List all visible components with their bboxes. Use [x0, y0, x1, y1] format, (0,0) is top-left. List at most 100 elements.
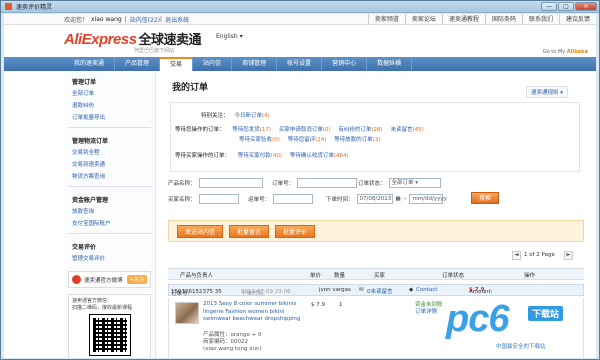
- nav-tab-my-aliexpress[interactable]: 我的速卖通: [64, 57, 116, 71]
- top-link-tutorial[interactable]: 速卖通教程: [441, 14, 485, 25]
- nav-tab-data[interactable]: 数据纵横: [367, 57, 413, 71]
- col-product: 产品与负责人: [180, 273, 214, 279]
- watermark-logo: pc6: [446, 298, 509, 340]
- maximize-button[interactable]: □: [558, 2, 574, 11]
- logout-link[interactable]: 退出系统: [165, 15, 189, 24]
- minimize-button[interactable]: —: [541, 2, 557, 11]
- mail-icon[interactable]: ✉: [359, 287, 364, 293]
- order-no-label: 订单号：: [272, 181, 295, 187]
- buyer-name-input[interactable]: [198, 194, 239, 204]
- top-link-feedback[interactable]: 建议反馈: [558, 14, 596, 25]
- buyer-row: 等待买家操作的订单： 等待买家付款(40) 等待确认收货订单(464): [175, 153, 349, 159]
- nav-tab-store[interactable]: 商铺管理: [232, 57, 278, 71]
- buyer-name[interactable]: jvon vargas: [319, 287, 351, 293]
- sidebar-item-payouts[interactable]: 放款查询: [64, 206, 155, 218]
- send-message-button[interactable]: 发送站内信: [177, 225, 223, 238]
- app-icon: [5, 3, 12, 10]
- aliexpress-logo[interactable]: AliExpress 全球速卖通: [64, 29, 202, 48]
- sidebar-item-logistics-1[interactable]: 交易到全程: [64, 147, 155, 159]
- seller-row: 等待您操作的订单： 等待您发货(17) 买家申请取消订单(0) 有纠纷的订单(2…: [175, 127, 424, 133]
- sidebar-item-all-orders[interactable]: 全部订单: [64, 88, 155, 100]
- summary-link[interactable]: 等待确认收货订单(464): [290, 153, 349, 159]
- logo-subtitle: 阿里巴巴旗下网站: [134, 48, 175, 54]
- order-header: 订单号: 150326152375 35 下单时间: 2013-07-09 23:0…: [168, 284, 584, 297]
- sidebar: 管理订单 全部订单 退款纠纷 订单批量导出 管理物流订单 交易到全程 交易到速卖…: [64, 72, 156, 358]
- chat-icon[interactable]: ◆: [409, 287, 413, 293]
- col-qty: 数量: [334, 273, 346, 279]
- top-bar: 欢迎您！ xiao wang | 站内信(22) | 退出系统 卖家频道 卖家论…: [4, 14, 596, 25]
- prev-page-button[interactable]: ◄: [512, 251, 521, 260]
- summary-link[interactable]: 等待您留评(24): [288, 137, 327, 143]
- unread-messages[interactable]: 0未读留言: [367, 287, 393, 295]
- goto-alibaba-link[interactable]: Go to My Alibaba: [543, 49, 588, 55]
- col-price: 单价: [310, 273, 322, 279]
- wechat-subtitle: 扫描二维码，接收最新课程: [72, 305, 133, 311]
- product-title[interactable]: 2013 Sexy 8 color summer bikinis lingeri…: [203, 301, 308, 324]
- app-window: 速卖评价精灵 — □ ✕ 欢迎您！ xiao wang | 站内信(22) | …: [0, 0, 600, 360]
- order-no-input[interactable]: [297, 178, 358, 188]
- summary-link[interactable]: 等待买家付款(40): [238, 153, 282, 159]
- divider: [68, 186, 151, 187]
- summary-link[interactable]: 有纠纷的订单(28): [338, 127, 382, 133]
- summary-link[interactable]: 未读留言(45): [390, 127, 423, 133]
- sidebar-item-refunds[interactable]: 退款纠纷: [64, 100, 155, 112]
- product-thumbnail[interactable]: [175, 302, 199, 324]
- quantity: 1: [339, 302, 343, 308]
- title-bar: 速卖评价精灵 — □ ✕: [1, 1, 599, 13]
- calendar-icon[interactable]: ▦: [396, 196, 401, 202]
- username: xiao wang: [91, 15, 122, 23]
- product-meta: 产品属性：orange + 0 商家编码：00022 (xiao wang to…: [203, 332, 262, 352]
- close-button[interactable]: ✕: [575, 2, 597, 11]
- sidebar-item-logistics-2[interactable]: 交易到速卖通: [64, 159, 155, 171]
- date-from-input[interactable]: 07/08/2013: [356, 194, 393, 204]
- unit-price: $ 7.9: [311, 302, 325, 308]
- search-button[interactable]: 搜索: [471, 192, 499, 204]
- sidebar-section-title: 管理订单: [72, 79, 97, 86]
- sidebar-item-reviews[interactable]: 管理交易评价: [64, 253, 155, 265]
- nav-tab-marketing[interactable]: 营销中心: [322, 57, 368, 71]
- order-amount: Amount: $ 7.9: [469, 287, 493, 295]
- order-status-select[interactable]: 全部订单 ▾: [388, 178, 441, 188]
- sidebar-item-logistics-3[interactable]: 物流方案查询: [64, 171, 155, 183]
- date-to-input[interactable]: mm/dd/yyyy: [409, 194, 447, 204]
- page-indicator: 1 of 2 Page: [524, 252, 555, 258]
- top-link-seller-channel[interactable]: 卖家频道: [367, 14, 405, 25]
- watermark-slogan: 中国最安全的下载站: [496, 344, 546, 350]
- bulk-message-button[interactable]: 批量留言: [229, 225, 269, 238]
- sidebar-item-alipay[interactable]: 支付宝国际账户: [64, 218, 155, 230]
- col-actions: 操作: [524, 273, 536, 279]
- order-summary: 特别关注： 今日新订单(4) 等待您操作的订单： 等待您发货(17) 买家申请取消…: [170, 102, 580, 172]
- tracking-no-input[interactable]: [273, 194, 314, 204]
- messages-link[interactable]: 站内信(22): [130, 15, 160, 24]
- summary-link[interactable]: 买家申请取消订单(0): [279, 127, 331, 133]
- summary-link[interactable]: 等待您发货(17): [232, 127, 271, 133]
- sidebar-item-export[interactable]: 订单批量导出: [64, 112, 155, 124]
- watermark-badge: 下载站: [528, 306, 564, 321]
- top-link-barcode[interactable]: 国际条码: [484, 14, 522, 25]
- next-page-button[interactable]: ►: [564, 251, 573, 260]
- nav-tab-messages[interactable]: 站内信: [193, 57, 233, 71]
- divider: [68, 233, 151, 234]
- chevron-down-icon: ▾: [415, 180, 419, 186]
- nav-tab-account[interactable]: 帐号设置: [277, 57, 323, 71]
- summary-link[interactable]: 等待买家验收(0): [239, 137, 280, 143]
- contact-link[interactable]: Contact: [416, 287, 437, 293]
- rules-link[interactable]: 速卖通规则 ▾: [525, 86, 568, 98]
- nav-tab-transactions[interactable]: 交易: [160, 57, 194, 71]
- order-time-label: 下单时间：: [326, 197, 354, 203]
- wechat-box: 速卖通官方微信： 扫描二维码，接收最新课程: [68, 294, 151, 358]
- weibo-label: 速卖通官方微博: [84, 277, 123, 284]
- weibo-box: 速卖通官方微博 +关注: [68, 271, 151, 288]
- follow-button[interactable]: +关注: [126, 275, 147, 284]
- seller-row-2: 等待买家验收(0) 等待您留评(24) 等待放款的订单(3): [233, 135, 380, 143]
- nav-tab-products[interactable]: 产品管理: [115, 57, 161, 71]
- summary-link[interactable]: 等待放款的订单(3): [334, 137, 380, 143]
- col-status: 订单状态: [442, 273, 465, 279]
- top-link-forum[interactable]: 卖家论坛: [404, 14, 442, 25]
- language-select[interactable]: English ▾: [216, 33, 243, 40]
- bulk-review-button[interactable]: 批量评价: [275, 225, 315, 238]
- top-link-contact[interactable]: 联系我们: [521, 14, 559, 25]
- product-name-input[interactable]: [198, 178, 263, 188]
- summary-link-new-orders[interactable]: 今日新订单(4): [235, 113, 270, 119]
- special-row: 特别关注： 今日新订单(4): [201, 113, 270, 119]
